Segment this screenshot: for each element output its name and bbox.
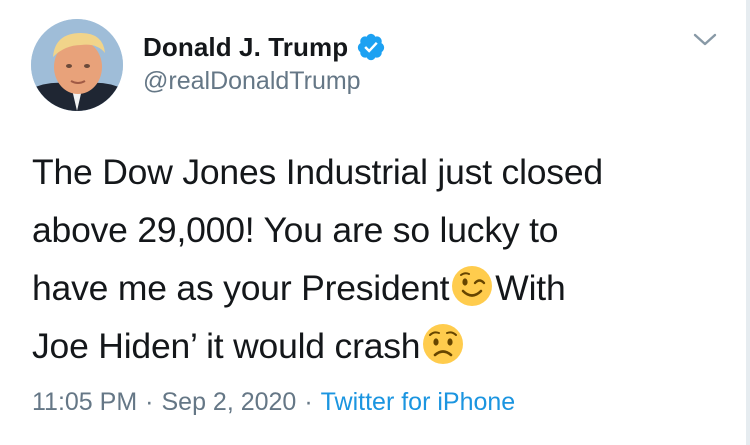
winking-face-emoji [452, 266, 493, 306]
tweet-line: Joe Hiden’ it would crash [32, 317, 732, 375]
chevron-down-icon[interactable] [692, 30, 718, 50]
author-handle[interactable]: @realDonaldTrump [143, 67, 361, 96]
verified-badge-icon [358, 33, 385, 61]
tweet-line: The Dow Jones Industrial just closed [32, 152, 603, 192]
avatar-image [31, 19, 123, 111]
right-edge-divider [746, 0, 750, 445]
separator: · [145, 388, 154, 416]
separator: · [304, 388, 313, 416]
author-row: Donald J. Trump [143, 30, 386, 64]
tweet-text: The Dow Jones Industrial just closed abo… [32, 143, 732, 375]
worried-face-emoji [423, 324, 464, 364]
tweet-line: above 29,000! You are so lucky to [32, 210, 559, 250]
tweet-line: have me as your President With [32, 259, 732, 317]
tweet-date[interactable]: Sep 2, 2020 [161, 388, 296, 416]
tweet-source-link[interactable]: Twitter for iPhone [321, 388, 516, 416]
tweet-meta: 11:05 PM · Sep 2, 2020 · Twitter for iPhone [32, 388, 515, 417]
display-name[interactable]: Donald J. Trump [143, 32, 348, 63]
avatar[interactable] [31, 19, 123, 111]
tweet-time[interactable]: 11:05 PM [32, 388, 137, 416]
tweet-card: Donald J. Trump @realDonaldTrump The Dow… [0, 0, 750, 445]
